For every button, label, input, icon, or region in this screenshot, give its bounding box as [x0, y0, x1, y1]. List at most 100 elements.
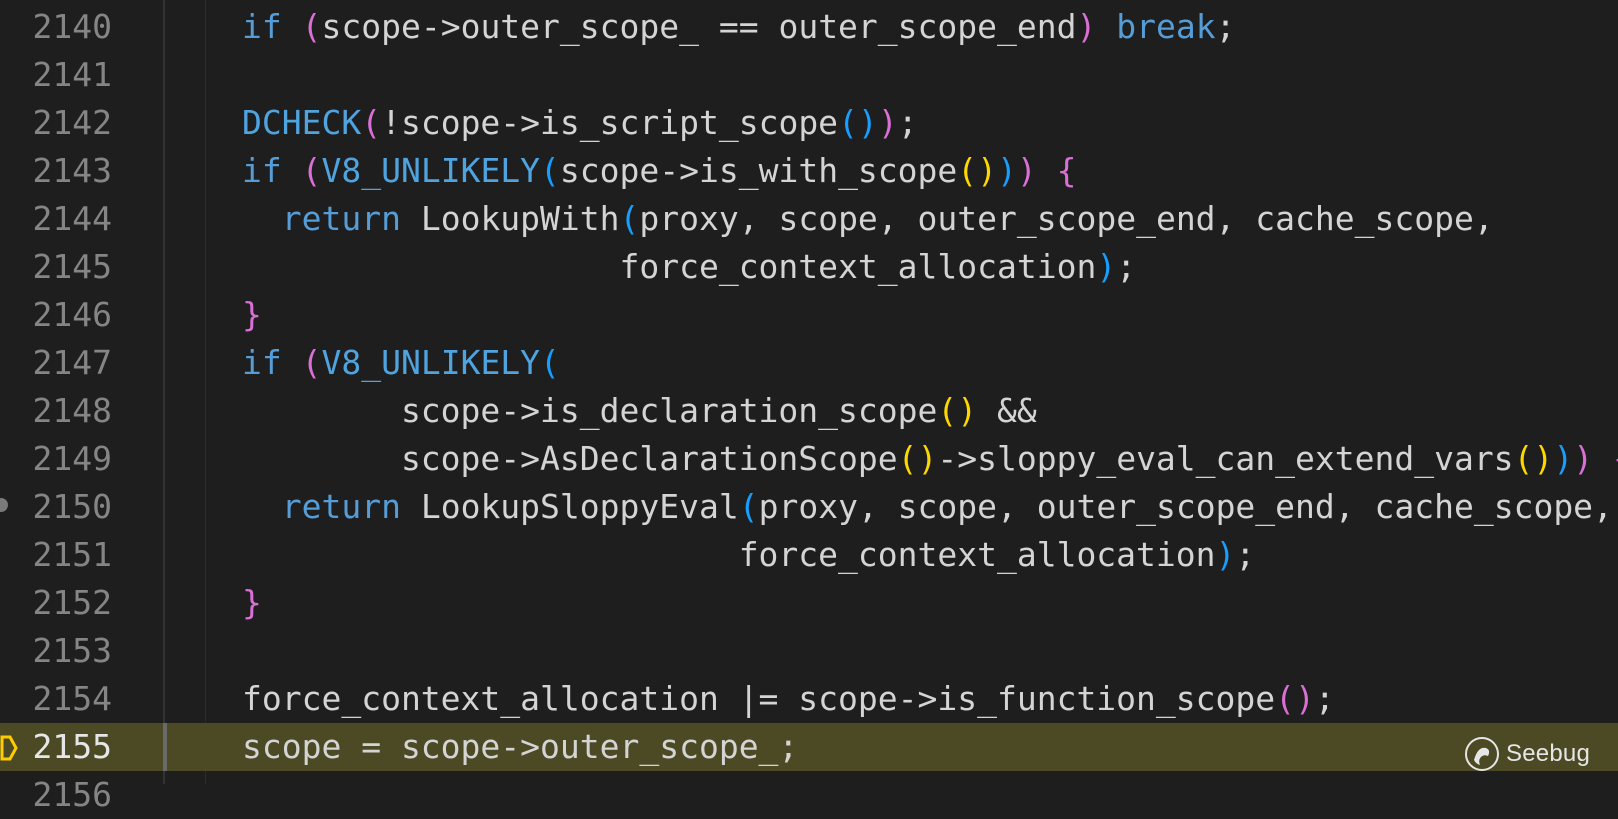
code-line[interactable]: 2146} — [0, 291, 1618, 339]
line-number[interactable]: 2151 — [0, 531, 112, 579]
code-line[interactable]: 2148 scope->is_declaration_scope() && — [0, 387, 1618, 435]
code-line[interactable]: 2144 return LookupWith(proxy, scope, out… — [0, 195, 1618, 243]
code-line[interactable]: 2147 if (V8_UNLIKELY( — [0, 339, 1618, 387]
code-token: LookupWith — [400, 199, 620, 238]
code-line[interactable]: 2153 — [0, 627, 1618, 675]
code-token: { — [1056, 151, 1077, 190]
line-code: force_context_allocation); — [242, 243, 1136, 291]
line-code: scope->AsDeclarationScope()->sloppy_eval… — [242, 435, 1618, 483]
code-token: DCHECK — [242, 103, 362, 142]
line-code: } — [242, 579, 262, 627]
code-token: () — [1513, 439, 1554, 478]
code-token: ) — [1016, 151, 1037, 190]
code-token: ->sloppy_eval_can_extend_vars — [937, 439, 1514, 478]
code-token: { — [1613, 439, 1618, 478]
code-token: scope->outer_scope_ == outer_scope_end — [321, 7, 1077, 46]
line-number[interactable]: 2143 — [0, 147, 112, 195]
code-token: if — [242, 7, 282, 46]
code-line[interactable]: 2142 DCHECK(!scope->is_script_scope()); — [0, 99, 1618, 147]
code-token: !scope->is_script_scope — [381, 103, 839, 142]
code-token: if — [242, 343, 282, 382]
code-token: break — [1116, 7, 1216, 46]
code-token: () — [957, 151, 998, 190]
line-number[interactable]: 2154 — [0, 675, 112, 723]
code-line[interactable]: 2143 if (V8_UNLIKELY(scope->is_with_scope… — [0, 147, 1618, 195]
code-token: ; — [1116, 247, 1137, 286]
code-token: V8_UNLIKELY — [321, 343, 541, 382]
line-number[interactable]: 2147 — [0, 339, 112, 387]
code-line[interactable]: 2154 force_context_allocation |= scope->i… — [0, 675, 1618, 723]
line-code: return LookupWith(proxy, scope, outer_sc… — [242, 195, 1494, 243]
code-line[interactable]: 2152} — [0, 579, 1618, 627]
code-token: () — [897, 439, 938, 478]
watermark-text: Seebug — [1506, 740, 1590, 767]
line-number[interactable]: 2145 — [0, 243, 112, 291]
code-token: force_context_allocation — [242, 535, 1216, 574]
code-token: ( — [540, 343, 560, 382]
code-token: ) — [1215, 535, 1236, 574]
line-number[interactable]: 2141 — [0, 51, 112, 99]
code-token: proxy, scope, outer_scope_end, cache_sco… — [758, 487, 1613, 526]
code-token: if — [242, 151, 282, 190]
code-token: ( — [619, 199, 640, 238]
code-token: scope->AsDeclarationScope — [242, 439, 898, 478]
line-code: scope = scope->outer_scope_; — [242, 723, 798, 771]
code-token: ) — [877, 103, 898, 142]
code-token: ( — [738, 487, 759, 526]
code-token: ; — [1215, 7, 1236, 46]
debug-current-line-icon — [0, 735, 18, 761]
line-number[interactable]: 2150 — [0, 483, 112, 531]
line-code: if (V8_UNLIKELY(scope->is_with_scope()))… — [242, 147, 1077, 195]
code-token: ( — [540, 151, 560, 190]
code-token: () — [1275, 679, 1315, 718]
code-line[interactable]: 2156 — [0, 771, 1618, 819]
line-number[interactable]: 2144 — [0, 195, 112, 243]
code-token: () — [937, 391, 978, 430]
line-number[interactable]: 2140 — [0, 3, 112, 51]
code-token: ( — [301, 343, 322, 382]
line-code: } — [242, 291, 262, 339]
line-number[interactable]: 2156 — [0, 771, 112, 819]
code-token: ; — [1235, 535, 1256, 574]
line-number[interactable]: 2148 — [0, 387, 112, 435]
code-token: scope = scope->outer_scope_; — [242, 727, 799, 766]
code-line[interactable]: 2155 scope = scope->outer_scope_; — [0, 723, 1618, 771]
code-token: && — [977, 391, 1037, 430]
code-token: () — [838, 103, 878, 142]
code-token: ) — [997, 151, 1017, 190]
code-line[interactable]: 2145 force_context_allocation); — [0, 243, 1618, 291]
seebug-logo-icon — [1465, 737, 1500, 771]
code-token: force_context_allocation — [242, 247, 1097, 286]
line-code: scope->is_declaration_scope() && — [242, 387, 1037, 435]
code-editor[interactable]: 2140 if (scope->outer_scope_ == outer_sco… — [0, 0, 1618, 814]
line-number[interactable]: 2153 — [0, 627, 112, 675]
code-token: ) — [1553, 439, 1574, 478]
seebug-watermark: Seebug — [1464, 736, 1590, 772]
line-number[interactable]: 2146 — [0, 291, 112, 339]
code-line[interactable]: 2149 scope->AsDeclarationScope()->sloppy… — [0, 435, 1618, 483]
code-token: } — [242, 295, 262, 334]
code-token: ( — [361, 103, 382, 142]
code-token: proxy, scope, outer_scope_end, cache_sco… — [639, 199, 1494, 238]
code-token: V8_UNLIKELY — [321, 151, 541, 190]
code-token: return — [281, 487, 401, 526]
code-token: ( — [301, 7, 322, 46]
code-line[interactable]: 2151 force_context_allocation); — [0, 531, 1618, 579]
line-number[interactable]: 2149 — [0, 435, 112, 483]
code-line[interactable]: 2141 — [0, 51, 1618, 99]
line-number[interactable]: 2142 — [0, 99, 112, 147]
line-code: force_context_allocation |= scope->is_fu… — [242, 675, 1335, 723]
line-code: if (V8_UNLIKELY( — [242, 339, 560, 387]
code-token: ) — [1573, 439, 1594, 478]
line-code: DCHECK(!scope->is_script_scope()); — [242, 99, 918, 147]
code-line[interactable]: 2150 return LookupSloppyEval(proxy, scop… — [0, 483, 1618, 531]
code-token: } — [242, 583, 262, 622]
code-token: ( — [301, 151, 322, 190]
line-number[interactable]: 2152 — [0, 579, 112, 627]
code-line[interactable]: 2140 if (scope->outer_scope_ == outer_sco… — [0, 3, 1618, 51]
